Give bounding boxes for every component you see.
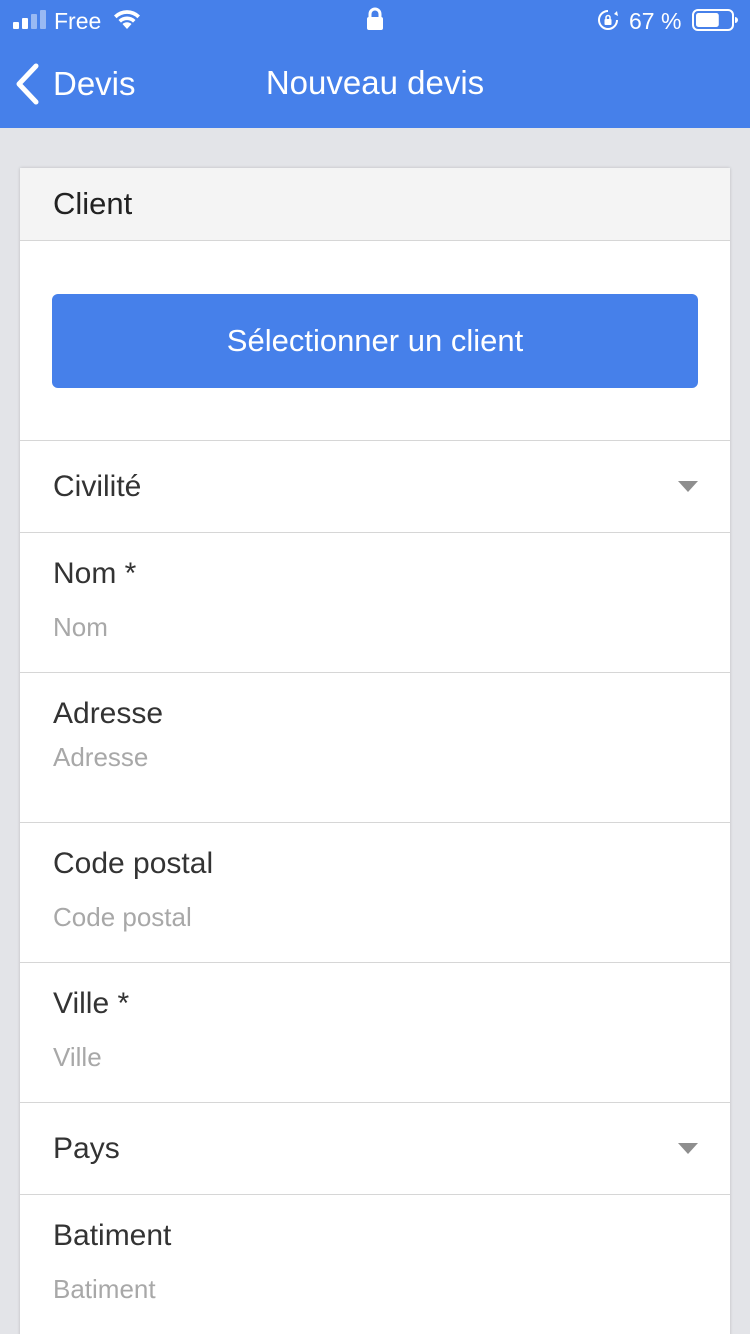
carrier-name: Free [54, 8, 102, 34]
client-card: Client Sélectionner un client Civilité N… [20, 168, 730, 1334]
card-header: Client [20, 168, 730, 241]
civilite-label: Civilité [53, 469, 142, 503]
battery-icon [692, 9, 738, 31]
code-postal-label: Code postal [53, 847, 214, 880]
batiment-input[interactable] [53, 1271, 693, 1307]
rotation-lock-icon [598, 10, 618, 30]
batiment-label: Batiment [53, 1219, 172, 1252]
nom-label: Nom * [53, 557, 137, 590]
dropdown-caret-icon [678, 1143, 698, 1154]
status-bar: Free 67 % [0, 0, 750, 42]
civilite-select[interactable]: Civilité [20, 441, 730, 533]
pays-select[interactable]: Pays [20, 1103, 730, 1195]
signal-icon [13, 10, 46, 29]
wifi-icon [114, 10, 140, 29]
battery-percentage: 67 % [629, 8, 682, 34]
pays-label: Pays [53, 1131, 120, 1165]
code-postal-field: Code postal [20, 823, 730, 963]
nom-input[interactable] [53, 609, 693, 645]
nom-field: Nom * [20, 533, 730, 673]
ville-label: Ville * [53, 987, 130, 1020]
adresse-label: Adresse [53, 697, 164, 730]
select-client-button[interactable]: Sélectionner un client [52, 294, 698, 388]
top-bar: Free 67 % Devis Nouveau devis [0, 0, 750, 128]
ville-field: Ville * [20, 963, 730, 1103]
ville-input[interactable] [53, 1039, 693, 1075]
code-postal-input[interactable] [53, 899, 693, 935]
select-client-section: Sélectionner un client [20, 241, 730, 441]
adresse-input[interactable] [53, 739, 693, 775]
batiment-field: Batiment [20, 1195, 730, 1334]
adresse-field: Adresse [20, 673, 730, 823]
dropdown-caret-icon [678, 481, 698, 492]
lock-icon [367, 7, 383, 30]
page-title: Nouveau devis [265, 64, 485, 101]
